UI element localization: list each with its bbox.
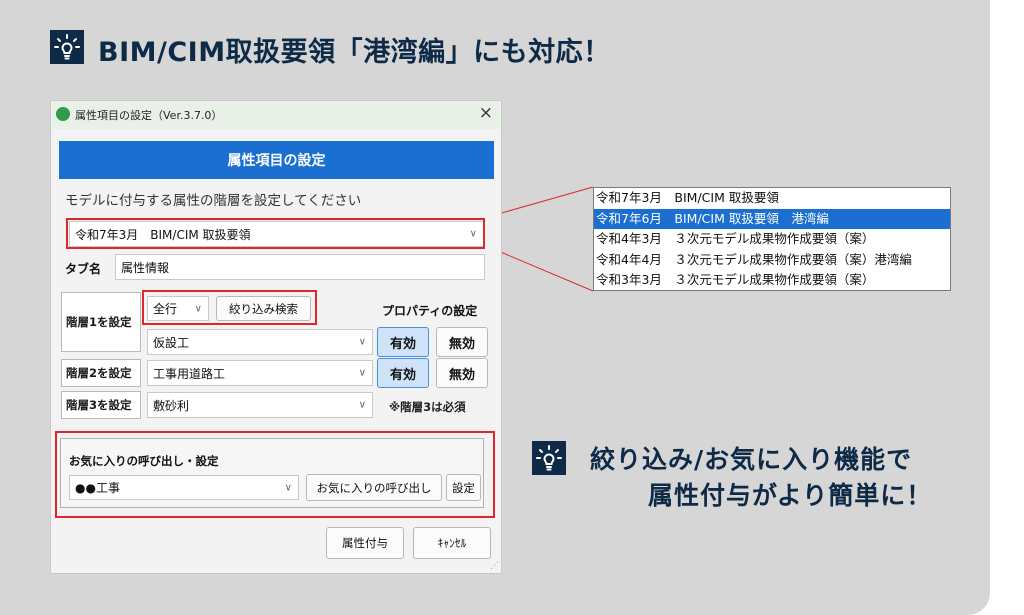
chevron-down-icon: ∨ [358,399,366,411]
level1-select-value: 仮設工 [153,335,190,350]
chevron-down-icon: ∨ [284,482,292,493]
favorites-title: お気に入りの呼び出し・設定 [69,454,219,468]
settings-dialog: 属性項目の設定（Ver.3.7.0） × 属性項目の設定 モデルに付与する属性の… [50,100,502,574]
favorites-panel: お気に入りの呼び出し・設定 ●●工事 ∨ お気に入りの呼び出し 設定 [60,438,484,508]
cancel-button[interactable]: ｷｬﾝｾﾙ [413,527,491,559]
highlight-guideline [66,218,485,249]
level3-required-note: ※階層3は必須 [389,400,466,414]
favorites-select-value: ●●工事 [75,481,120,495]
level1-select[interactable]: 仮設工 ∨ [147,329,373,355]
level1-disable-button[interactable]: 無効 [436,327,488,357]
level2-enable-button[interactable]: 有効 [377,358,429,388]
headline: BIM/CIM取扱要領「港湾編」にも対応！ [98,37,611,68]
dropdown-option[interactable]: 令和3年3月 ３次元モデル成果物作成要領（案） [594,270,950,291]
app-icon [56,107,70,121]
level1-enable-button[interactable]: 有効 [377,327,429,357]
level1-label: 階層1を設定 [61,292,141,352]
close-icon[interactable]: × [479,103,493,123]
dropdown-option[interactable]: 令和7年3月 BIM/CIM 取扱要領 [594,188,950,209]
chevron-down-icon: ∨ [358,367,366,379]
resize-grip-icon[interactable]: ⋰ [490,561,499,571]
guideline-dropdown-list: 令和7年3月 BIM/CIM 取扱要領 令和7年6月 BIM/CIM 取扱要領 … [593,187,951,291]
level2-label: 階層2を設定 [61,359,141,387]
level3-label: 階層3を設定 [61,391,141,419]
tab-name-label: タブ名 [65,262,102,276]
highlight-filter [142,290,317,325]
dropdown-option[interactable]: 令和4年4月 ３次元モデル成果物作成要領（案）港湾編 [594,250,950,271]
chevron-down-icon: ∨ [358,336,366,348]
callout-line-2: 属性付与がより簡単に！ [648,481,933,510]
title-bar: 属性項目の設定（Ver.3.7.0） × [51,101,501,129]
window-title: 属性項目の設定（Ver.3.7.0） [75,109,223,122]
dropdown-option[interactable]: 令和4年3月 ３次元モデル成果物作成要領（案） [594,229,950,250]
level2-select-value: 工事用道路工 [153,366,226,381]
tab-name-value: 属性情報 [121,260,170,275]
level2-select[interactable]: 工事用道路工 ∨ [147,360,373,386]
favorites-call-button[interactable]: お気に入りの呼び出し [306,474,442,501]
dropdown-option-selected[interactable]: 令和7年6月 BIM/CIM 取扱要領 港湾編 [594,208,950,229]
property-settings-title: プロパティの設定 [382,304,478,318]
level3-select[interactable]: 敷砂利 ∨ [147,392,373,418]
lightbulb-icon [50,30,84,64]
instruction-text: モデルに付与する属性の階層を設定してください [65,193,362,209]
lightbulb-icon [532,441,566,475]
favorites-set-button[interactable]: 設定 [446,474,481,501]
favorites-select[interactable]: ●●工事 ∨ [69,475,299,500]
apply-attributes-button[interactable]: 属性付与 [326,527,404,559]
callout-line-1: 絞り込み/お気に入り機能で [590,445,913,474]
dialog-banner: 属性項目の設定 [59,141,494,179]
level2-disable-button[interactable]: 無効 [436,358,488,388]
level3-select-value: 敷砂利 [153,398,190,413]
tab-name-input[interactable]: 属性情報 [115,254,485,280]
